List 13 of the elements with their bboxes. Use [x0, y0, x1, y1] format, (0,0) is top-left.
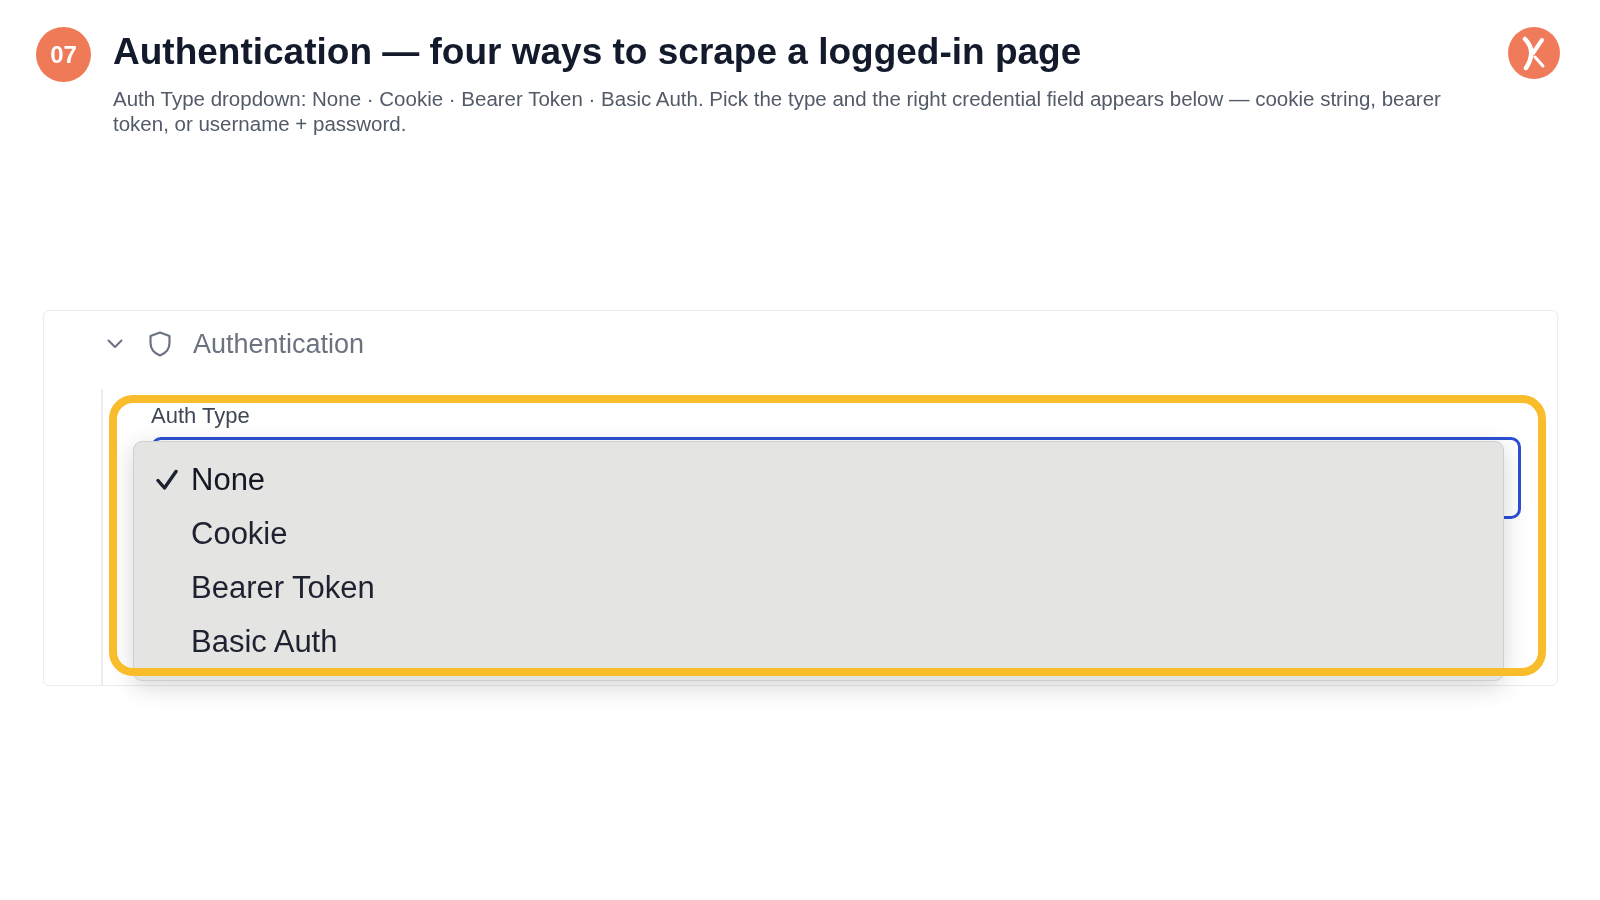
check-icon [156, 469, 178, 491]
slide-subtitle: Auth Type dropdown: None · Cookie · Bearer Token · Basic Auth. Pick the type and the right credential field appears below — cookie string, bearer token, or username + password. [113, 86, 1442, 136]
dropdown-option[interactable]: Basic Auth [156, 615, 456, 669]
x-logo-icon [1508, 27, 1560, 79]
slide-title: Authentication — four ways to scrape a logged-in page [113, 31, 1083, 73]
step-badge: 07 [36, 27, 91, 82]
dropdown-option[interactable]: Bearer Token [156, 561, 456, 615]
dropdown-option[interactable]: Cookie [156, 507, 456, 561]
dropdown-option[interactable]: None [156, 453, 456, 507]
field-label: Auth Type [151, 404, 250, 428]
section-title[interactable]: Authentication [193, 328, 365, 360]
chevron-icon[interactable] [107, 339, 123, 349]
shield-icon [149, 331, 171, 357]
